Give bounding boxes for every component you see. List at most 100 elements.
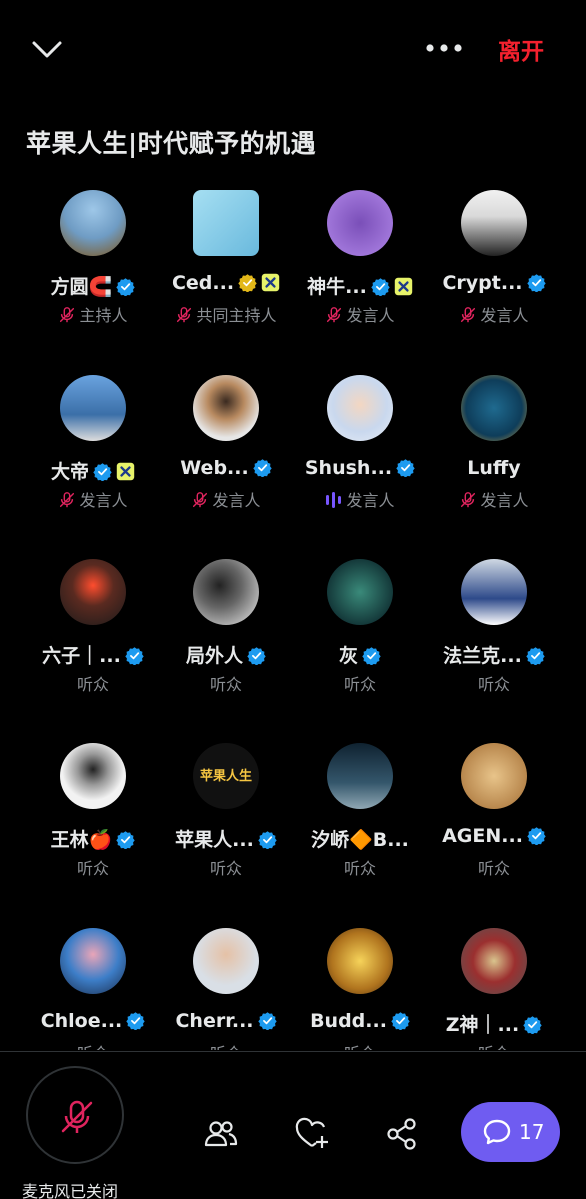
avatar[interactable] [193,190,259,256]
avatar[interactable] [327,375,393,441]
affiliate-x-badge-icon [394,277,413,296]
more-options-icon[interactable] [422,38,466,58]
participant-role-line: 发言人 [427,302,560,326]
participant-role: 听众 [477,675,510,694]
participant-name: Web... [180,457,249,479]
participant-name-line: 神牛... [293,272,427,299]
participant-name: Luffy [467,457,521,479]
avatar[interactable] [60,928,126,994]
collapse-chevron-icon[interactable] [28,34,66,64]
avatar[interactable] [193,928,259,994]
participant-role: 主持人 [79,306,128,325]
leave-button[interactable]: 离开 [498,32,544,66]
participant-role: 听众 [77,1044,109,1050]
participant-card[interactable]: Chloe... 听众 [26,928,160,1050]
participant-role-line: 发言人 [293,302,427,326]
avatar[interactable] [327,190,393,256]
avatar[interactable] [193,375,259,441]
bottom-bar: 麦克风已关闭 17 [0,1052,586,1199]
mic-status-label: 麦克风已关闭 [22,1182,119,1199]
participant-card[interactable]: Ced... 共同主持人 [159,190,293,370]
reaction-heart-icon[interactable] [294,1116,330,1152]
participant-card[interactable]: Shush... 发言人 [293,375,427,555]
verified-badge-icon [371,278,390,296]
avatar[interactable] [327,559,393,625]
participant-role: 发言人 [212,491,261,510]
participant-role-line: 听众 [159,1040,293,1050]
mic-muted-icon [461,492,476,508]
avatar[interactable] [461,190,527,256]
participant-role: 发言人 [346,306,395,325]
people-icon[interactable] [202,1116,238,1152]
participant-name: AGEN... [442,825,523,847]
participant-name: 六子｜... [42,645,121,667]
participant-role: 共同主持人 [196,306,277,325]
chat-button[interactable]: 17 [461,1102,560,1162]
verified-badge-icon [523,1016,542,1034]
participant-card[interactable]: 苹果人生 苹果人... 听众 [159,743,293,923]
participant-card[interactable]: 法兰克... 听众 [427,559,560,739]
participant-card[interactable]: 局外人 听众 [159,559,293,739]
verified-badge-icon [258,831,277,849]
share-icon[interactable] [384,1116,420,1152]
avatar[interactable] [60,375,126,441]
participant-card[interactable]: Web... 发言人 [159,375,293,555]
participant-role: 听众 [478,1044,510,1050]
participant-role: 发言人 [480,491,529,510]
participant-name-line: Web... [159,457,293,479]
participant-role-line: 听众 [427,1040,560,1050]
participant-card[interactable]: Crypt... 发言人 [427,190,560,370]
participant-name-line: Crypt... [427,272,560,294]
participant-role-line: 听众 [427,671,560,695]
avatar[interactable] [461,928,527,994]
microphone-toggle-button[interactable] [26,1066,124,1164]
participant-name: Z神｜... [445,1014,520,1036]
participant-card[interactable]: Cherr... 听众 [159,928,293,1050]
avatar[interactable] [327,928,393,994]
participant-card[interactable]: 方圆🧲 主持人 [26,190,160,370]
participant-name-line: 法兰克... [427,641,560,668]
avatar[interactable] [461,743,527,809]
participant-card[interactable]: 汐峤🔶B... 听众 [293,743,427,923]
chat-bubble-icon [483,1119,511,1145]
verified-badge-icon [526,274,546,292]
participant-card[interactable]: 六子｜... 听众 [26,559,160,739]
participant-card[interactable]: 灰 听众 [293,559,427,739]
participant-card[interactable]: AGEN... 听众 [427,743,560,923]
participant-name-line: Shush... [293,457,427,479]
avatar[interactable] [461,375,527,441]
participant-name-line: 灰 [293,641,427,668]
avatar[interactable] [327,743,393,809]
verified-badge-icon [391,1012,410,1030]
participant-role: 听众 [209,675,242,694]
participant-card[interactable]: 王林🍎 听众 [26,743,160,923]
avatar[interactable] [60,559,126,625]
chat-count: 17 [519,1120,545,1144]
mic-muted-icon [327,307,342,323]
participant-name: 神牛... [307,276,367,298]
avatar[interactable] [60,190,126,256]
avatar[interactable]: 苹果人生 [193,743,259,809]
verified-badge-icon [126,1012,145,1030]
verified-badge-icon [116,278,136,296]
participant-name-line: Cherr... [159,1010,293,1032]
participant-card[interactable]: Z神｜... 听众 [427,928,560,1050]
participant-card[interactable]: Budd... 听众 [293,928,427,1050]
verified-badge-icon [238,274,257,292]
participant-card[interactable]: 大帝 发言人 [26,375,160,555]
participant-role-line: 听众 [293,855,427,879]
participant-role-line: 听众 [159,671,293,695]
participant-name: 灰 [338,645,358,667]
participant-name-line: 王林🍎 [26,825,160,852]
mic-muted-icon [60,307,75,323]
participant-card[interactable]: 神牛... 发言人 [293,190,427,370]
affiliate-x-badge-icon [261,273,280,292]
participant-card[interactable]: Luffy 发言人 [427,375,560,555]
participant-name: 局外人 [185,645,243,667]
avatar[interactable] [60,743,126,809]
participant-name: Chloe... [40,1010,123,1032]
participant-role-line: 发言人 [159,487,293,511]
affiliate-x-badge-icon [116,462,135,481]
avatar[interactable] [193,559,259,625]
avatar[interactable] [461,559,527,625]
